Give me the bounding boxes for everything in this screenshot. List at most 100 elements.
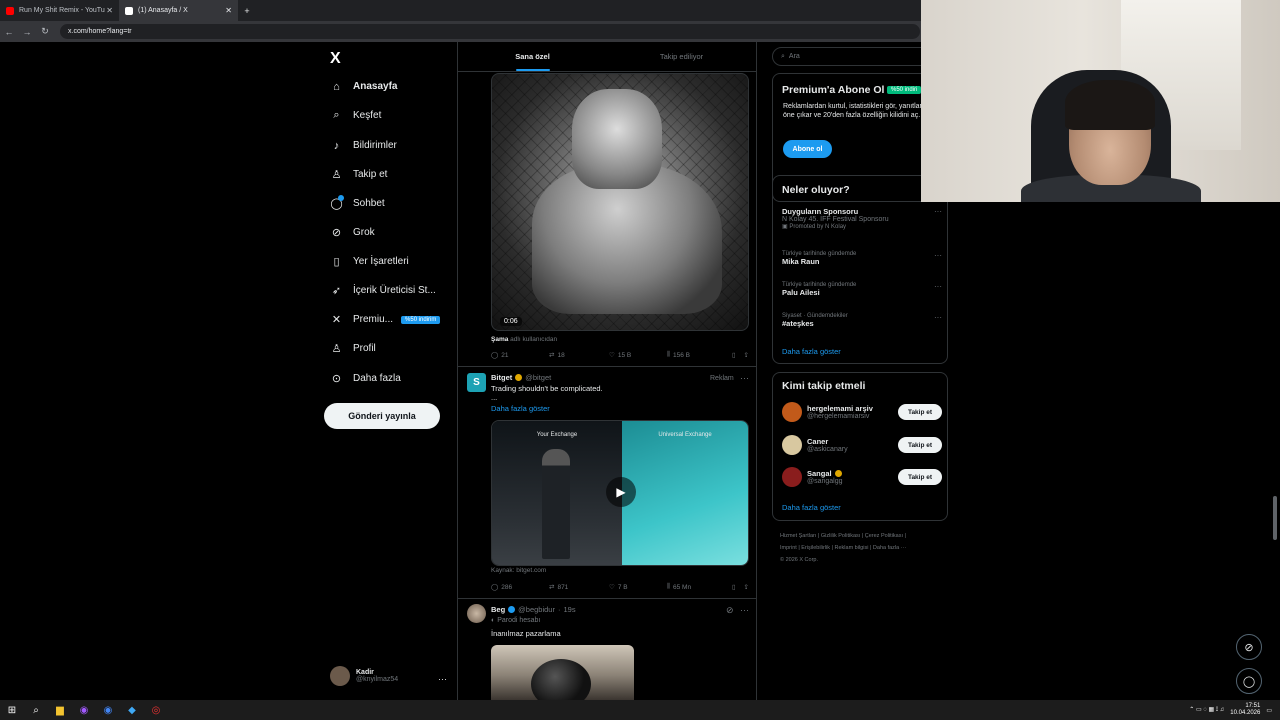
nav-item-premium[interactable]: ✕ Premiu... %50 indirim — [330, 313, 441, 326]
nav-item-home[interactable]: ⌂ Anasayfa — [330, 80, 397, 93]
account-switcher[interactable]: Kadir @knyilmaz54 — [330, 666, 398, 686]
media-left-label: Your Exchange — [536, 432, 578, 438]
windows-start-icon[interactable]: ⊞ — [0, 700, 24, 720]
clock[interactable]: 17:51 10.04.2026 — [1230, 703, 1260, 717]
nav-item-bookmarks[interactable]: ▯ Yer İşaretleri — [330, 255, 408, 268]
more-dots-icon[interactable]: ··· — [934, 282, 942, 291]
reply-button[interactable]: ◯ 21 — [491, 351, 549, 360]
more-dots-icon[interactable]: ··· — [934, 251, 942, 260]
reload-icon[interactable]: ↻ — [36, 26, 54, 37]
subscribe-button[interactable]: Abone ol — [783, 140, 832, 158]
close-icon[interactable]: ✕ — [225, 6, 232, 15]
tray-icons[interactable]: ⌃ ▭ ◌ ▦ ⟟ ♫ — [1189, 706, 1224, 714]
nav-item-chat[interactable]: ◯ Sohbet — [330, 195, 385, 210]
follow-suggestion[interactable]: Sangal @sangalgg Takip et — [782, 465, 942, 489]
nav-item-creator-studio[interactable]: ➶ İçerik Üreticisi St... — [330, 284, 436, 297]
follow-button[interactable]: Takip et — [898, 437, 942, 453]
chrome-icon[interactable]: ◉ — [96, 700, 120, 720]
tab-for-you[interactable]: Sana özel — [458, 42, 607, 71]
trend-item[interactable]: Türkiye tarihinde gündemde Mika Raun ··· — [782, 251, 942, 266]
more-dots-icon[interactable]: ··· — [740, 605, 749, 615]
nav-item-follow[interactable]: ♙ Takip et — [330, 168, 388, 181]
nav-label: Anasayfa — [353, 81, 398, 92]
browser-app-icon[interactable]: ◉ — [72, 700, 96, 720]
post-actions: ◯ 21 ⇄ 18 ♡ 15 B ⫼ 156 B ▯ ⇪ — [491, 351, 749, 359]
trend-item[interactable]: Siyaset · Gündemdekiler #ateşkes ··· — [782, 313, 942, 328]
close-icon[interactable]: ✕ — [106, 6, 113, 15]
share-icon[interactable]: ⇪ — [744, 583, 749, 591]
post-image[interactable] — [491, 645, 634, 700]
tab-x[interactable]: (1) Anasayfa / X ✕ — [119, 0, 238, 21]
reply-button[interactable]: ◯ 286 — [491, 583, 549, 592]
messages-float-icon[interactable]: ◯ — [1236, 668, 1262, 694]
nav-item-grok[interactable]: ⊘ Grok — [330, 226, 375, 239]
nav-item-explore[interactable]: ⌕ Keşfet — [330, 109, 381, 122]
grok-icon[interactable]: ⊘ — [726, 605, 734, 616]
post-time[interactable]: 19s — [563, 605, 575, 614]
url-input[interactable]: x.com/home?lang=tr — [60, 24, 920, 39]
back-icon[interactable]: ← — [0, 27, 18, 37]
post-video[interactable]: 0:06 — [491, 73, 749, 331]
reply-icon: ◯ — [491, 352, 499, 359]
nav-item-notifications[interactable]: ♪ Bildirimler — [330, 139, 397, 152]
bookmark-icon[interactable]: ▯ — [732, 351, 736, 359]
views-button[interactable]: ⫼ 156 B — [667, 351, 727, 359]
play-icon[interactable]: ▶ — [606, 477, 636, 507]
more-dots-icon[interactable]: ··· — [740, 373, 749, 383]
repost-button[interactable]: ⇄ 18 — [549, 351, 609, 360]
author-name[interactable]: Bitget — [491, 373, 512, 382]
bitget-avatar[interactable]: S — [467, 373, 486, 392]
suggestion-name: Caner — [807, 437, 829, 446]
avatar[interactable] — [467, 604, 486, 623]
footer-line[interactable]: Imprint | Erişilebilirlik | Reklam bilgi… — [780, 542, 948, 554]
discount-badge: %50 indirim — [401, 315, 441, 324]
new-tab-icon[interactable]: + — [238, 6, 256, 16]
repost-button[interactable]: ⇄ 871 — [549, 583, 609, 592]
more-dots-icon[interactable]: ··· — [934, 207, 942, 216]
author-handle[interactable]: @bitget — [525, 373, 551, 382]
forward-icon[interactable]: → — [18, 27, 36, 37]
search-icon: ⌕ — [333, 109, 340, 121]
show-more-link[interactable]: Daha fazla göster — [491, 404, 550, 413]
file-explorer-icon[interactable]: ▆ — [48, 700, 72, 720]
more-dots-icon[interactable]: ··· — [438, 674, 447, 684]
grok-float-icon[interactable]: ⊘ — [1236, 634, 1262, 660]
author-name[interactable]: Beg — [491, 605, 505, 614]
follow-button[interactable]: Takip et — [898, 404, 942, 420]
search-placeholder: Ara — [788, 53, 800, 60]
follow-suggestion[interactable]: Caner @askicanary Takip et — [782, 433, 942, 457]
trends-show-more-link[interactable]: Daha fazla göster — [782, 347, 841, 356]
media-attribution[interactable]: Şama adlı kullanıcıdan — [491, 336, 557, 343]
parody-label: ◐ Parodi hesabı — [491, 617, 540, 624]
post-button[interactable]: Gönderi yayınla — [324, 403, 440, 429]
views-button[interactable]: ⫼ 65 Mn — [667, 583, 727, 591]
scrollbar[interactable] — [1273, 496, 1277, 540]
like-button[interactable]: ♡ 15 B — [609, 351, 667, 360]
tab-youtube[interactable]: Run My Shit Remix - YouTu ✕ — [0, 0, 119, 21]
notification-icon[interactable]: ▭ — [1266, 707, 1272, 714]
ad-video[interactable]: Your Exchange Universal Exchange ▶ — [491, 420, 749, 566]
trend-item[interactable]: Türkiye tarihinde gündemde Palu Ailesi ·… — [782, 282, 942, 297]
trend-item[interactable]: Duyguların Sponsoru N Kolay 45. İFF Fest… — [782, 207, 942, 230]
more-dots-icon[interactable]: ··· — [934, 313, 942, 322]
search-icon[interactable]: ⌕ — [24, 700, 48, 720]
follow-suggestion[interactable]: hergelemami arşiv @hergelemamiarsiv Takip… — [782, 400, 942, 424]
clock-date: 10.04.2026 — [1230, 710, 1261, 716]
follow-show-more-link[interactable]: Daha fazla göster — [782, 503, 841, 512]
share-icon[interactable]: ⇪ — [744, 351, 749, 359]
tab-following[interactable]: Takip ediliyor — [607, 42, 756, 71]
ad-source[interactable]: Kaynak: bitget.com — [491, 567, 546, 574]
x-logo-icon[interactable]: X — [330, 50, 341, 68]
promoted-text: Promoted by N Kolay — [789, 224, 847, 230]
bookmark-icon[interactable]: ▯ — [732, 583, 736, 591]
premium-text: Reklamlardan kurtul, istatistikleri gör,… — [783, 103, 930, 119]
footer-line[interactable]: Hizmet Şartları | Gizlilik Politikası | … — [780, 530, 948, 542]
nav-item-profile[interactable]: ♙ Profil — [330, 342, 376, 355]
app-icon[interactable]: ◎ — [144, 700, 168, 720]
author-handle[interactable]: @begbidur — [518, 605, 555, 614]
like-button[interactable]: ♡ 7 B — [609, 583, 667, 592]
app-icon[interactable]: ◆ — [120, 700, 144, 720]
nav-item-more[interactable]: ⊙ Daha fazla — [330, 372, 401, 385]
follow-button[interactable]: Takip et — [898, 469, 942, 485]
x-favicon-icon — [125, 6, 133, 15]
